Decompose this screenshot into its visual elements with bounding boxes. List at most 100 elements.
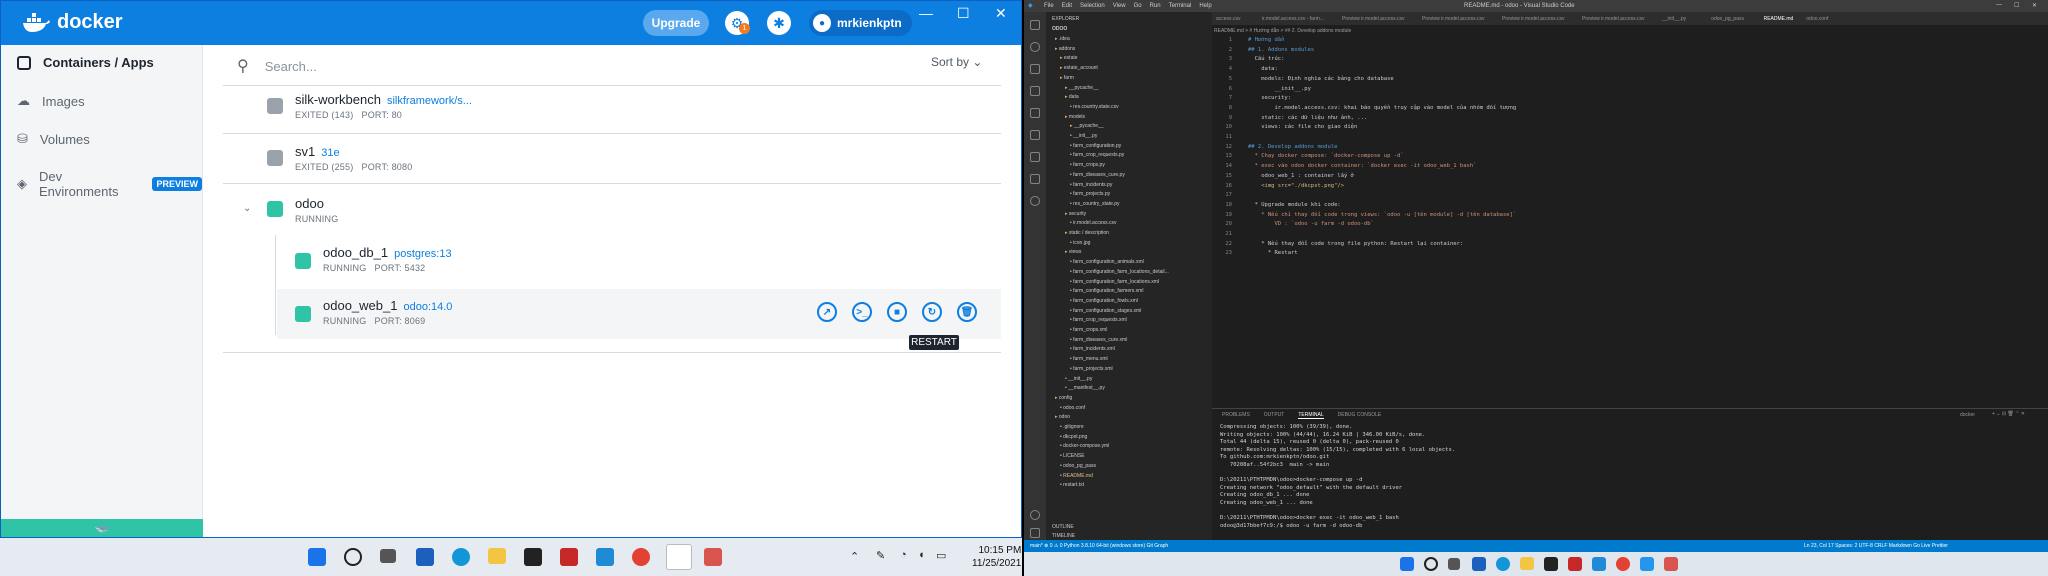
run-debug-icon[interactable]	[1030, 86, 1040, 96]
search-icon[interactable]	[1030, 42, 1040, 52]
chevron-down-icon[interactable]: ⌄	[243, 203, 251, 214]
cli-button[interactable]: >_	[852, 302, 872, 322]
code-editor[interactable]: 1 # Hướng dẫn 2 ## 1. Addons modules 3 Cấu t…	[1212, 36, 2048, 406]
widgets-icon[interactable]	[416, 548, 434, 566]
tree-item[interactable]: • farm_crop_requests.xml	[1070, 317, 1127, 323]
status-left[interactable]: main* ⊗ 0 ⚠ 0 Python 3.8.10 64-bit (wind…	[1030, 543, 1168, 549]
panel-tab[interactable]: TERMINAL	[1298, 412, 1324, 419]
minimize-icon[interactable]: —	[919, 5, 933, 21]
delete-button[interactable]: 🗑	[957, 302, 977, 322]
search-icon[interactable]	[1424, 557, 1438, 571]
tree-item[interactable]: ▸ estate	[1060, 55, 1078, 61]
terminal-output[interactable]: Compressing objects: 100% (39/39), done.…	[1220, 424, 2040, 530]
editor-tab[interactable]: Preview ir.model.access.csv	[1582, 16, 1645, 22]
settings-icon[interactable]: ⚙ 1	[725, 11, 750, 35]
menu-item[interactable]: Help	[1199, 3, 1211, 9]
chrome-icon[interactable]	[1616, 557, 1630, 571]
wifi-icon[interactable]: ◔	[900, 549, 907, 561]
tree-item[interactable]: ▸ models	[1065, 114, 1085, 120]
status-right[interactable]: Ln 23, Col 17 Spaces: 2 UTF-8 CRLF Markd…	[1804, 543, 1948, 549]
tree-item[interactable]: • README.md	[1060, 473, 1093, 479]
panel-tab[interactable]: PROBLEMS	[1222, 412, 1250, 419]
task-view-icon[interactable]	[380, 549, 396, 563]
editor-tab[interactable]: odoo_pg_pass	[1711, 16, 1744, 22]
vscode-icon[interactable]	[1592, 557, 1606, 571]
bug-icon[interactable]: ✱	[767, 11, 791, 35]
edge-icon[interactable]	[1496, 557, 1510, 571]
git-graph-icon[interactable]	[1030, 196, 1040, 206]
tree-item[interactable]: • farm_crops.xml	[1070, 327, 1107, 333]
windows-start-icon[interactable]	[308, 548, 326, 566]
tree-item[interactable]: • farm_configuration_stages.xml	[1070, 308, 1141, 314]
file-explorer-icon[interactable]	[1520, 557, 1534, 570]
menu-item[interactable]: Run	[1150, 3, 1161, 9]
open-browser-button[interactable]: ↗	[817, 302, 837, 322]
image-link[interactable]: silkframework/s...	[387, 95, 472, 107]
editor-tab[interactable]: __init__.py	[1662, 16, 1686, 22]
tree-item[interactable]: • restart.txt	[1060, 482, 1084, 488]
editor-tab[interactable]: README.md	[1764, 16, 1794, 22]
account-icon[interactable]	[1030, 510, 1040, 520]
explorer-icon[interactable]	[1030, 20, 1040, 30]
tree-item[interactable]: • res_country_state.py	[1070, 201, 1120, 207]
sort-by-dropdown[interactable]: Sort by ⌄	[931, 55, 982, 69]
volume-icon[interactable]: ◖	[918, 549, 925, 561]
menu-item[interactable]: Go	[1134, 3, 1142, 9]
vscode-icon[interactable]	[596, 548, 614, 566]
sidebar-item-dev-environments[interactable]: ◈ Dev Environments PREVIEW	[17, 169, 202, 199]
tree-item[interactable]: • farm_crops.py	[1070, 162, 1105, 168]
editor-tab[interactable]: access.csv	[1216, 16, 1240, 22]
search-bar[interactable]: ⚲ Search...	[237, 53, 999, 79]
tree-item[interactable]: ▸ estate_account	[1060, 65, 1098, 71]
tree-item[interactable]: • farm_configuration_animals.xml	[1070, 259, 1144, 265]
sidebar-item-volumes[interactable]: ⛁ Volumes	[17, 131, 90, 147]
tree-item[interactable]: • farm_configuration_farmers.xml	[1070, 288, 1143, 294]
editor-tab[interactable]: Preview ir.model.access.csv	[1502, 16, 1565, 22]
search-input[interactable]: Search...	[265, 59, 317, 74]
tree-item[interactable]: • farm_incidents.py	[1070, 182, 1112, 188]
snipping-tool-icon[interactable]	[704, 548, 722, 566]
tree-item[interactable]: ▸ __pycache__	[1070, 123, 1104, 129]
restart-button[interactable]: ↻	[922, 302, 942, 322]
tree-item[interactable]: • farm_projects.xml	[1070, 366, 1113, 372]
tree-item[interactable]: ▸ farm	[1060, 75, 1074, 81]
search-icon[interactable]	[344, 548, 362, 566]
panel-tab[interactable]: OUTPUT	[1264, 412, 1285, 419]
widgets-icon[interactable]	[1472, 557, 1486, 571]
tree-item[interactable]: ▸ config	[1055, 395, 1072, 401]
extensions-icon[interactable]	[1030, 108, 1040, 118]
tree-item[interactable]: • LICENSE	[1060, 453, 1085, 459]
remote-explorer-icon[interactable]	[1030, 130, 1040, 140]
edge-icon[interactable]	[452, 548, 470, 566]
tree-item[interactable]: • odoo.conf	[1060, 405, 1085, 411]
close-icon[interactable]: ✕	[995, 5, 1007, 22]
menu-item[interactable]: Selection	[1080, 3, 1105, 9]
tree-item[interactable]: • farm_configuration_farm_locations_deta…	[1070, 269, 1169, 275]
timeline-section[interactable]: TIMELINE	[1052, 533, 1075, 539]
file-explorer-icon[interactable]	[488, 548, 506, 564]
docker-taskbar-icon[interactable]	[666, 544, 692, 570]
testing-icon[interactable]	[1030, 152, 1040, 162]
app-icon[interactable]	[524, 548, 542, 566]
tree-item[interactable]: • farm_menu.xml	[1070, 356, 1108, 362]
gear-icon[interactable]	[1030, 528, 1040, 538]
maximize-icon[interactable]: ☐	[957, 5, 970, 22]
tree-item[interactable]: • __manifest__.py	[1065, 385, 1105, 391]
tree-item[interactable]: • farm_configuration_fowls.xml	[1070, 298, 1138, 304]
tree-item[interactable]: • farm_projects.py	[1070, 191, 1110, 197]
menu-item[interactable]: File	[1044, 3, 1054, 9]
close-icon[interactable]: ✕	[2032, 2, 2037, 9]
tree-item[interactable]: • farm_configuration_farm_locations.xml	[1070, 279, 1159, 285]
tree-item[interactable]: • farm_configuration.py	[1070, 143, 1121, 149]
tree-item[interactable]: • docker-compose.yml	[1060, 443, 1109, 449]
tree-item[interactable]: • ir.model.access.csv	[1070, 220, 1117, 226]
chrome-icon[interactable]	[632, 548, 650, 566]
sidebar-item-containers[interactable]: Containers / Apps	[17, 55, 154, 70]
menu-item[interactable]: Terminal	[1169, 3, 1192, 9]
editor-tab[interactable]: Preview ir.model.access.csv	[1422, 16, 1485, 22]
tree-item[interactable]: ▸ .idea	[1055, 36, 1070, 42]
container-row-hovered[interactable]: odoo_web_1 odoo:14.0 RUNNING PORT: 8069 ↗…	[277, 289, 1001, 339]
app-icon[interactable]	[1544, 557, 1558, 571]
tree-item[interactable]: • res.country.state.csv	[1070, 104, 1119, 110]
tree-item[interactable]: ▸ static / description	[1065, 230, 1109, 236]
